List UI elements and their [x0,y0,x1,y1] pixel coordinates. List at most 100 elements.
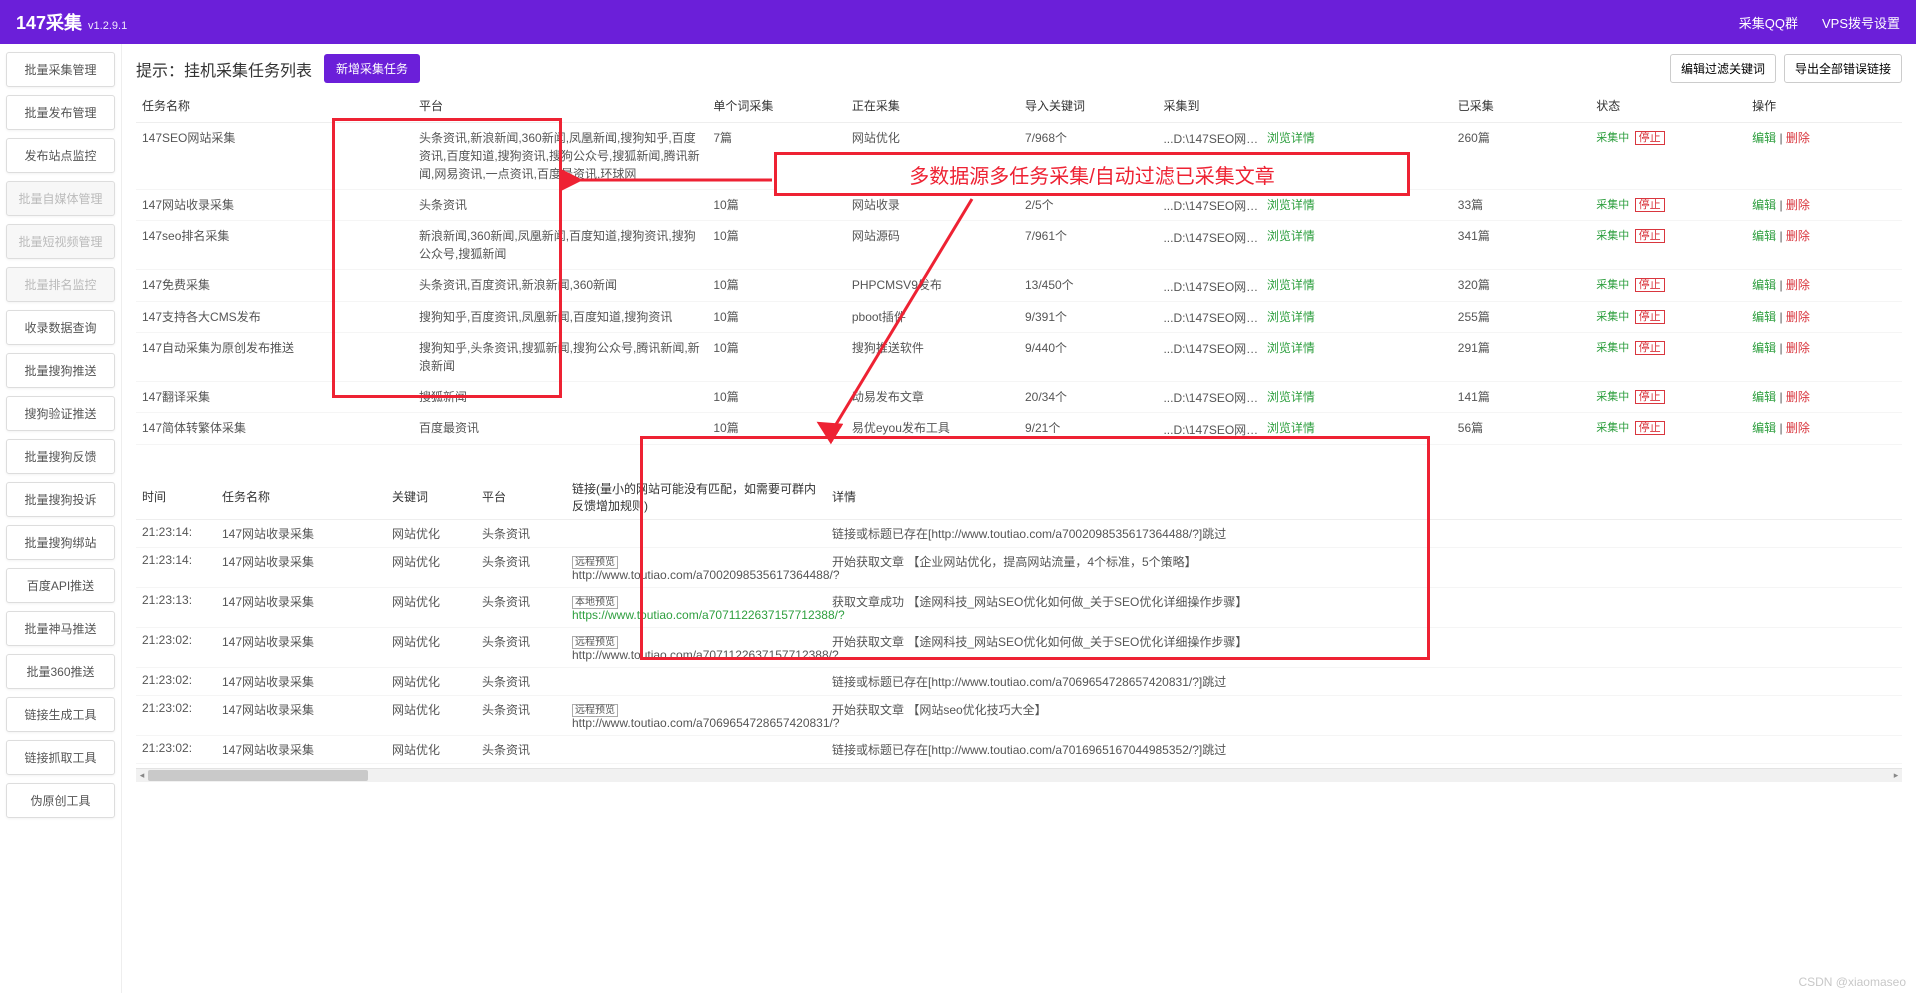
log-cell-time: 21:23:02: [136,627,216,667]
sidebar-item-9[interactable]: 批量搜狗反馈 [6,439,115,474]
task-col-collected: 已采集 [1452,89,1591,123]
task-row[interactable]: 147免费采集头条资讯,百度资讯,新浪新闻,360新闻10篇PHPCMSV9发布… [136,270,1902,301]
stop-button[interactable]: 停止 [1635,310,1665,324]
delete-link[interactable]: 删除 [1786,390,1810,404]
sidebar-item-16[interactable]: 链接抓取工具 [6,740,115,775]
task-col-platform: 平台 [413,89,707,123]
task-row[interactable]: 147自动采集为原创发布推送搜狗知乎,头条资讯,搜狐新闻,搜狗公众号,腾讯新闻,… [136,332,1902,381]
sidebar-item-13[interactable]: 批量神马推送 [6,611,115,646]
task-cell-collecting: 网站收录 [846,190,1019,221]
sidebar-item-0[interactable]: 批量采集管理 [6,52,115,87]
export-errors-button[interactable]: 导出全部错误链接 [1784,54,1902,83]
task-cell-ops: 编辑 | 删除 [1746,221,1902,270]
browse-link[interactable]: 浏览详情 [1267,310,1315,324]
task-cell-single: 10篇 [707,301,846,332]
task-cell-status: 采集中 停止 [1590,381,1746,412]
task-cell-single: 7篇 [707,123,846,190]
watermark: CSDN @xiaomaseo [1798,975,1906,989]
task-row[interactable]: 147网站收录采集头条资讯10篇网站收录2/5个...D:\147SEO网站采 … [136,190,1902,221]
scroll-thumb[interactable] [148,770,368,781]
task-cell-collected: 260篇 [1452,123,1591,190]
log-row: 21:23:14:147网站收录采集网站优化头条资讯链接或标题已存在[http:… [136,519,1902,547]
scroll-right-icon[interactable]: ▸ [1890,769,1902,783]
task-cell-target: ...D:\147SEO网站采 浏览详情 [1157,332,1451,381]
browse-link[interactable]: 浏览详情 [1267,131,1315,145]
browse-link[interactable]: 浏览详情 [1267,198,1315,212]
task-row[interactable]: 147简体转繁体采集百度最资讯10篇易优eyou发布工具9/21个...D:\1… [136,413,1902,444]
edit-link[interactable]: 编辑 [1752,421,1776,435]
header-link-qq[interactable]: 采集QQ群 [1739,13,1798,32]
delete-link[interactable]: 删除 [1786,278,1810,292]
edit-filter-button[interactable]: 编辑过滤关键词 [1670,54,1776,83]
stop-button[interactable]: 停止 [1635,198,1665,212]
browse-link[interactable]: 浏览详情 [1267,341,1315,355]
sidebar-item-17[interactable]: 伪原创工具 [6,783,115,818]
log-url[interactable]: https://www.toutiao.com/a707112263715771… [572,608,845,622]
log-url[interactable]: http://www.toutiao.com/a7002098535617364… [572,568,840,582]
edit-link[interactable]: 编辑 [1752,310,1776,324]
task-cell-collected: 56篇 [1452,413,1591,444]
sidebar-item-10[interactable]: 批量搜狗投诉 [6,482,115,517]
edit-link[interactable]: 编辑 [1752,131,1776,145]
task-cell-target: ...D:\147SEO网站采 浏览详情 [1157,301,1451,332]
task-cell-keywords: 9/440个 [1019,332,1158,381]
stop-button[interactable]: 停止 [1635,390,1665,404]
edit-link[interactable]: 编辑 [1752,229,1776,243]
stop-button[interactable]: 停止 [1635,229,1665,243]
sidebar-item-14[interactable]: 批量360推送 [6,654,115,689]
edit-link[interactable]: 编辑 [1752,390,1776,404]
task-row[interactable]: 147翻译采集搜狐新闻10篇动易发布文章20/34个...D:\147SEO网站… [136,381,1902,412]
log-cell-keyword: 网站优化 [386,519,476,547]
task-cell-platform: 新浪新闻,360新闻,凤凰新闻,百度知道,搜狗资讯,搜狗公众号,搜狐新闻 [413,221,707,270]
task-cell-status: 采集中 停止 [1590,413,1746,444]
browse-link[interactable]: 浏览详情 [1267,278,1315,292]
stop-button[interactable]: 停止 [1635,341,1665,355]
stop-button[interactable]: 停止 [1635,278,1665,292]
task-cell-single: 10篇 [707,381,846,412]
task-row[interactable]: 147seo排名采集新浪新闻,360新闻,凤凰新闻,百度知道,搜狗资讯,搜狗公众… [136,221,1902,270]
header-link-vps[interactable]: VPS拨号设置 [1822,13,1900,32]
task-cell-collected: 141篇 [1452,381,1591,412]
log-url[interactable]: http://www.toutiao.com/a7069654728657420… [572,716,840,730]
sidebar-item-1[interactable]: 批量发布管理 [6,95,115,130]
scroll-left-icon[interactable]: ◂ [136,769,148,783]
delete-link[interactable]: 删除 [1786,310,1810,324]
task-col-collecting: 正在采集 [846,89,1019,123]
horizontal-scrollbar[interactable]: ◂ ▸ [136,768,1902,782]
task-row[interactable]: 147支持各大CMS发布搜狗知乎,百度资讯,凤凰新闻,百度知道,搜狗资讯10篇p… [136,301,1902,332]
delete-link[interactable]: 删除 [1786,198,1810,212]
delete-link[interactable]: 删除 [1786,131,1810,145]
task-cell-platform: 搜狗知乎,头条资讯,搜狐新闻,搜狗公众号,腾讯新闻,新浪新闻 [413,332,707,381]
log-cell-task: 147网站收录采集 [216,627,386,667]
task-cell-target: ...D:\147SEO网站采 浏览详情 [1157,190,1451,221]
sidebar-item-11[interactable]: 批量搜狗绑站 [6,525,115,560]
task-cell-status: 采集中 停止 [1590,270,1746,301]
sidebar-item-12[interactable]: 百度API推送 [6,568,115,603]
task-cell-collecting: PHPCMSV9发布 [846,270,1019,301]
edit-link[interactable]: 编辑 [1752,278,1776,292]
log-cell-keyword: 网站优化 [386,735,476,763]
log-url[interactable]: http://www.toutiao.com/a7071122637157712… [572,648,839,662]
new-task-button[interactable]: 新增采集任务 [324,54,420,83]
edit-link[interactable]: 编辑 [1752,198,1776,212]
browse-link[interactable]: 浏览详情 [1267,421,1315,435]
sidebar-item-8[interactable]: 搜狗验证推送 [6,396,115,431]
sidebar-item-4: 批量短视频管理 [6,224,115,259]
browse-link[interactable]: 浏览详情 [1267,390,1315,404]
edit-link[interactable]: 编辑 [1752,341,1776,355]
delete-link[interactable]: 删除 [1786,229,1810,243]
browse-link[interactable]: 浏览详情 [1267,229,1315,243]
delete-link[interactable]: 删除 [1786,421,1810,435]
task-cell-collected: 255篇 [1452,301,1591,332]
sidebar-item-6[interactable]: 收录数据查询 [6,310,115,345]
stop-button[interactable]: 停止 [1635,421,1665,435]
log-cell-detail: 开始获取文章 【网站seo优化技巧大全】 [826,695,1902,735]
sidebar-item-15[interactable]: 链接生成工具 [6,697,115,732]
sidebar-item-2[interactable]: 发布站点监控 [6,138,115,173]
task-col-target: 采集到 [1157,89,1451,123]
task-cell-single: 10篇 [707,413,846,444]
delete-link[interactable]: 删除 [1786,341,1810,355]
sidebar-item-7[interactable]: 批量搜狗推送 [6,353,115,388]
task-cell-collecting: 动易发布文章 [846,381,1019,412]
stop-button[interactable]: 停止 [1635,131,1665,145]
